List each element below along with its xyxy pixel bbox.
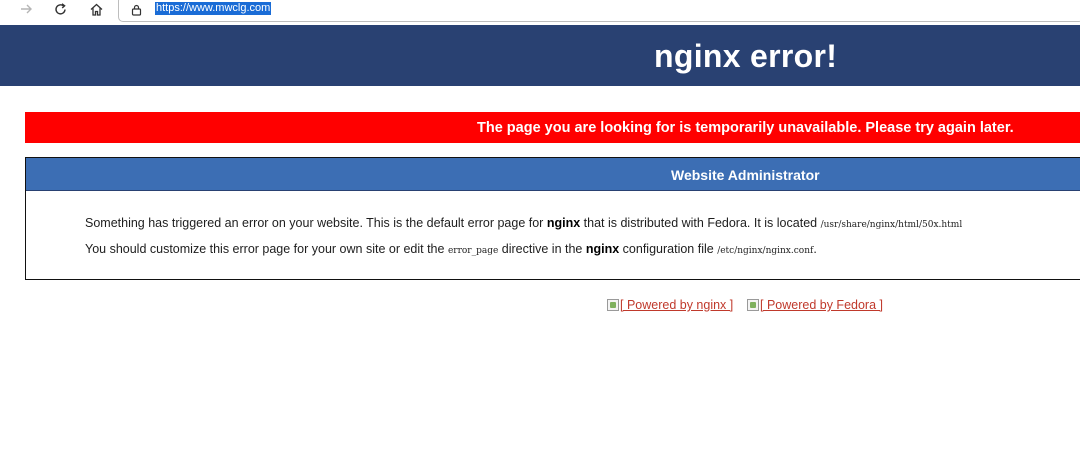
nginx-bold: nginx	[546, 216, 581, 230]
powered-by-nginx-link[interactable]: [ Powered by nginx ]	[620, 298, 733, 312]
forward-button[interactable]	[16, 0, 36, 18]
nginx-bold: nginx	[585, 242, 620, 256]
home-button[interactable]	[86, 0, 106, 18]
directive-name: error_page	[447, 246, 499, 256]
box-heading: Website Administrator	[671, 167, 820, 183]
alert-banner: The page you are looking for is temporar…	[25, 112, 1080, 143]
page-title: nginx error!	[654, 38, 838, 74]
browser-toolbar: https://www.mwclg.com	[0, 0, 1080, 22]
forward-arrow-icon	[21, 4, 32, 14]
box-header: Website Administrator	[26, 158, 1080, 191]
refresh-button[interactable]	[50, 0, 70, 18]
powered-by-fedora[interactable]: [ Powered by Fedora ]	[747, 298, 883, 312]
config-path: /etc/nginx/nginx.conf	[717, 246, 814, 256]
broken-image-icon	[747, 299, 759, 311]
powered-by-nginx[interactable]: [ Powered by nginx ]	[607, 298, 733, 312]
address-bar[interactable]: https://www.mwclg.com	[118, 0, 1080, 22]
paragraph-2: You should customize this error page for…	[85, 242, 817, 256]
address-url[interactable]: https://www.mwclg.com	[155, 2, 272, 15]
paragraph-1: Something has triggered an error on your…	[85, 216, 963, 230]
page-header: nginx error!	[0, 25, 1080, 86]
refresh-icon	[54, 2, 66, 15]
powered-by-fedora-link[interactable]: [ Powered by Fedora ]	[760, 298, 883, 312]
broken-image-icon	[607, 299, 619, 311]
file-path: /usr/share/nginx/html/50x.html	[820, 220, 963, 230]
home-icon	[90, 3, 102, 16]
lock-icon	[131, 3, 142, 21]
admin-content-box: Website Administrator Something has trig…	[25, 157, 1080, 280]
alert-message: The page you are looking for is temporar…	[477, 120, 1014, 136]
